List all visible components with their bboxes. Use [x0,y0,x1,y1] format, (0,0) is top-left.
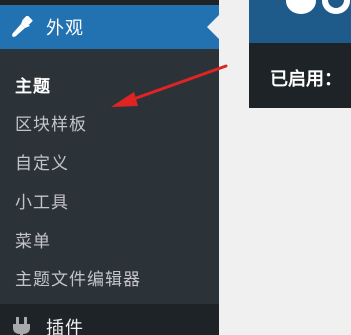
submenu-item-themes[interactable]: 主题 [15,72,51,97]
menu-item-plugins[interactable]: 插件 [0,304,219,335]
menu-item-appearance-label: 外观 [46,18,84,39]
submenu-item-theme-file-editor[interactable]: 主题文件编辑器 [15,265,141,290]
submenu-item-customize[interactable]: 自定义 [15,149,69,174]
paintbrush-icon [10,15,34,39]
active-theme-label: 已启用： [270,69,342,90]
submenu-item-widgets[interactable]: 小工具 [15,188,69,213]
submenu-item-block-patterns[interactable]: 区块样板 [15,110,87,135]
current-menu-pointer [207,15,219,39]
menu-item-appearance[interactable]: 外观 [0,5,219,49]
plugin-icon [10,316,34,335]
wp-admin-viewport: 外观 主题 区块样板 自定义 小工具 菜单 主题文件编辑器 插件 已启用： [0,0,351,335]
submenu-item-menus[interactable]: 菜单 [15,227,51,252]
menu-item-plugins-label: 插件 [46,318,84,335]
admin-sidebar: 外观 主题 区块样板 自定义 小工具 菜单 主题文件编辑器 插件 [0,0,219,335]
